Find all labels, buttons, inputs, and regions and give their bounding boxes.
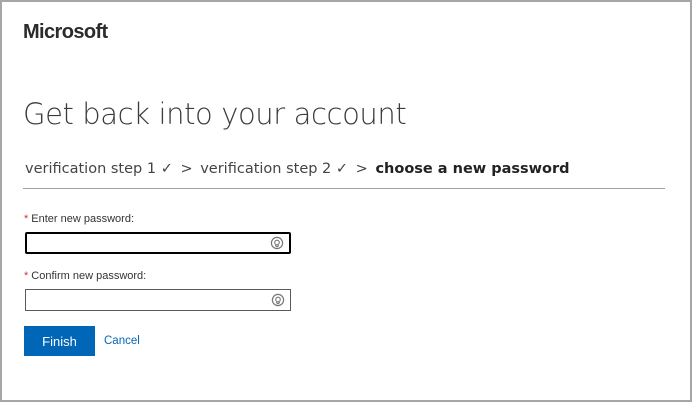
password-reveal-icon[interactable] xyxy=(271,293,285,307)
confirm-password-label: * Confirm new password: xyxy=(24,270,146,282)
confirm-password-input[interactable] xyxy=(26,290,266,310)
page-title: Get back into your account xyxy=(23,97,407,131)
new-password-field[interactable] xyxy=(25,232,291,254)
microsoft-logo: Microsoft xyxy=(23,21,108,43)
cancel-link[interactable]: Cancel xyxy=(104,335,140,347)
new-password-label: * Enter new password: xyxy=(24,213,134,225)
check-icon: ✓ xyxy=(160,161,173,177)
finish-button[interactable]: Finish xyxy=(24,326,95,356)
breadcrumb-step-1-label: verification step 1 xyxy=(25,161,157,177)
dialog-frame: Microsoft Get back into your account ver… xyxy=(0,0,692,402)
breadcrumb: verification step 1 ✓ > verification ste… xyxy=(25,161,570,177)
required-marker: * xyxy=(24,270,29,282)
password-reveal-icon[interactable] xyxy=(270,236,284,250)
breadcrumb-step-2-label: verification step 2 xyxy=(200,161,332,177)
breadcrumb-current-step: choose a new password xyxy=(375,161,570,177)
new-password-label-text: Enter new password: xyxy=(31,213,134,225)
confirm-password-label-text: Confirm new password: xyxy=(31,270,147,282)
breadcrumb-step-1: verification step 1 ✓ xyxy=(25,161,173,177)
breadcrumb-separator: > xyxy=(180,161,193,177)
new-password-input[interactable] xyxy=(27,234,267,252)
breadcrumb-step-2: verification step 2 ✓ xyxy=(200,161,348,177)
confirm-password-field[interactable] xyxy=(25,289,291,311)
divider xyxy=(23,188,665,189)
required-marker: * xyxy=(24,213,29,225)
breadcrumb-separator: > xyxy=(355,161,368,177)
check-icon: ✓ xyxy=(335,161,349,177)
